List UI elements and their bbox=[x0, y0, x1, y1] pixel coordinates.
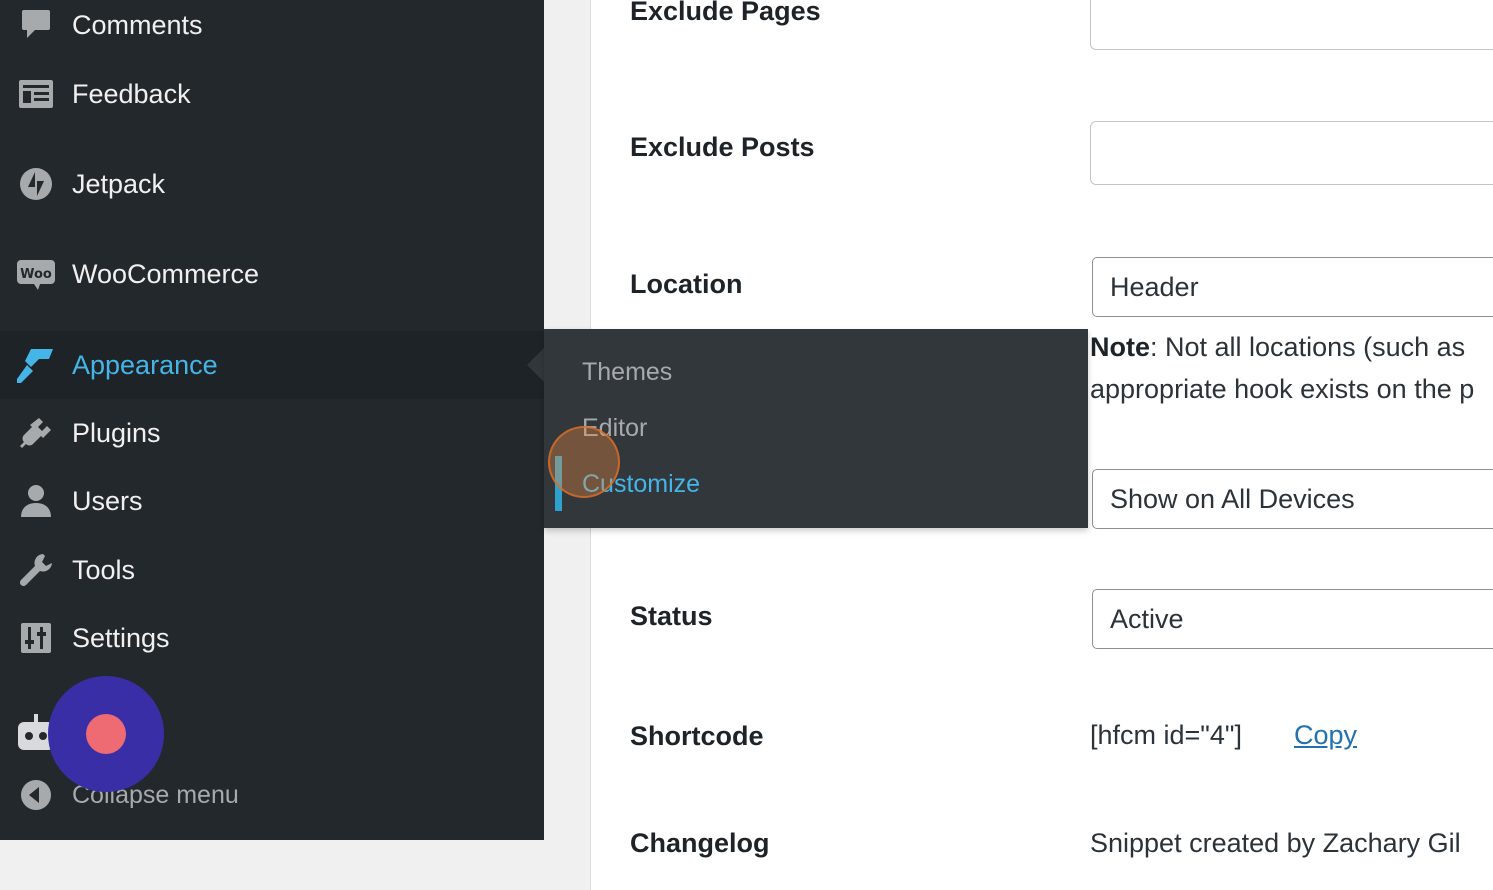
sidebar-item-label: Tools bbox=[72, 554, 136, 585]
sidebar-item-jetpack[interactable]: Jetpack bbox=[0, 150, 544, 218]
exclude-posts-label: Exclude Posts bbox=[630, 132, 815, 162]
note-line1: : Not all locations (such as bbox=[1150, 332, 1466, 362]
sidebar-item-label: Feedback bbox=[72, 78, 191, 109]
current-submenu-indicator bbox=[555, 456, 562, 511]
sidebar-item-label: WooCommerce bbox=[72, 258, 260, 289]
location-select-value: Header bbox=[1110, 271, 1199, 302]
sidebar-item-settings[interactable]: Settings bbox=[0, 604, 544, 672]
status-select[interactable]: Active bbox=[1092, 589, 1493, 649]
comment-icon bbox=[16, 5, 56, 45]
sidebar-item-appearance[interactable]: Appearance bbox=[0, 331, 544, 399]
feedback-icon bbox=[16, 74, 56, 114]
sidebar-item-label: Users bbox=[72, 485, 143, 516]
settings-icon bbox=[16, 618, 56, 658]
wrench-icon bbox=[16, 550, 56, 590]
device-select[interactable]: Show on All Devices bbox=[1092, 469, 1493, 529]
appearance-submenu: Themes Editor Customize bbox=[544, 329, 1088, 528]
sidebar-item-comments[interactable]: Comments bbox=[0, 0, 544, 59]
shortcode-label: Shortcode bbox=[630, 721, 764, 751]
sidebar-item-users[interactable]: Users bbox=[0, 467, 544, 535]
sidebar-item-plugins[interactable]: Plugins bbox=[0, 399, 544, 467]
active-indicator-arrow bbox=[527, 348, 544, 382]
collapse-arrow-icon bbox=[16, 775, 56, 815]
record-button[interactable] bbox=[48, 676, 164, 792]
changelog-label: Changelog bbox=[630, 828, 770, 858]
note-bold: Note bbox=[1090, 332, 1150, 362]
exclude-posts-input[interactable] bbox=[1090, 121, 1493, 185]
sidebar-item-feedback[interactable]: Feedback bbox=[0, 60, 544, 128]
svg-text:Woo: Woo bbox=[20, 267, 52, 282]
note-line2: appropriate hook exists on the p bbox=[1090, 374, 1475, 404]
sidebar-item-woocommerce[interactable]: Woo WooCommerce bbox=[0, 240, 544, 308]
paintbrush-icon bbox=[16, 345, 56, 385]
exclude-pages-input[interactable] bbox=[1090, 0, 1493, 50]
sidebar-item-tools[interactable]: Tools bbox=[0, 536, 544, 604]
woocommerce-icon: Woo bbox=[16, 254, 56, 294]
location-select[interactable]: Header bbox=[1092, 257, 1493, 317]
jetpack-icon bbox=[16, 164, 56, 204]
sidebar-item-label: Plugins bbox=[72, 417, 161, 448]
device-select-value: Show on All Devices bbox=[1110, 483, 1355, 514]
plugin-icon bbox=[16, 413, 56, 453]
submenu-item-customize[interactable]: Customize bbox=[582, 470, 700, 499]
users-icon bbox=[16, 481, 56, 521]
submenu-item-themes[interactable]: Themes bbox=[582, 358, 672, 387]
sidebar-item-label: Comments bbox=[72, 9, 203, 40]
sidebar-item-label: Settings bbox=[72, 622, 170, 653]
location-note: Note: Not all locations (such as appropr… bbox=[1090, 326, 1493, 410]
snippet-author-text: Snippet created by Zachary Gil bbox=[1090, 828, 1461, 858]
exclude-pages-label: Exclude Pages bbox=[630, 0, 821, 26]
record-dot-icon bbox=[86, 714, 126, 754]
status-label: Status bbox=[630, 601, 713, 631]
status-select-value: Active bbox=[1110, 603, 1184, 634]
sidebar-item-label: Jetpack bbox=[72, 168, 166, 199]
copy-shortcode-link[interactable]: Copy bbox=[1294, 720, 1357, 751]
shortcode-value: [hfcm id="4"] bbox=[1090, 720, 1242, 750]
location-label: Location bbox=[630, 269, 743, 299]
sidebar-item-label: Appearance bbox=[72, 349, 218, 380]
submenu-item-editor[interactable]: Editor bbox=[582, 414, 647, 443]
